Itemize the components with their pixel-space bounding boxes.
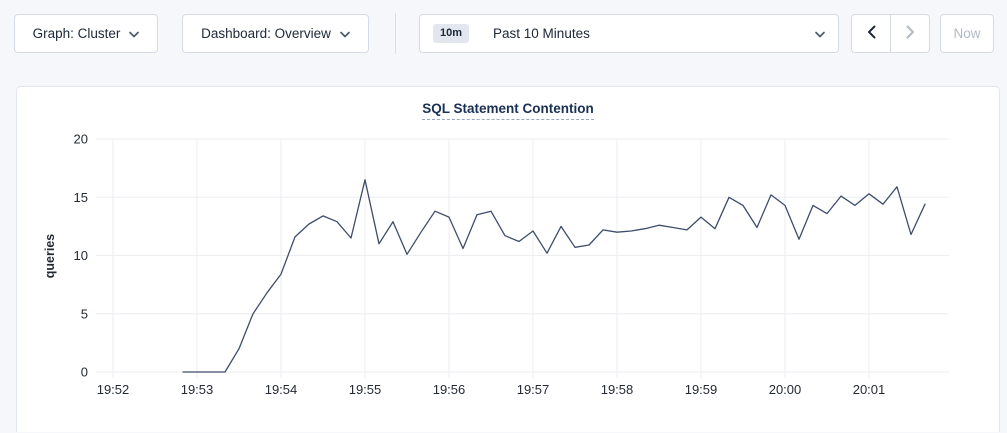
x-tick-label: 19:55 (349, 382, 382, 397)
x-tick-label: 20:01 (853, 382, 886, 397)
y-tick-label: 0 (81, 365, 88, 380)
chevron-down-icon (129, 26, 139, 41)
y-tick-label: 15 (74, 190, 88, 205)
chevron-left-icon (867, 25, 876, 42)
time-range-dropdown[interactable]: 10m Past 10 Minutes (419, 14, 839, 53)
x-tick-label: 19:58 (601, 382, 634, 397)
x-tick-label: 19:52 (97, 382, 130, 397)
x-tick-label: 19:54 (265, 382, 298, 397)
now-button-label: Now (953, 26, 980, 41)
dashboard-dropdown[interactable]: Dashboard: Overview (182, 14, 369, 53)
time-range-label: Past 10 Minutes (493, 26, 590, 41)
x-tick-label: 19:53 (181, 382, 214, 397)
time-range-badge: 10m (433, 24, 469, 43)
chevron-down-icon (815, 26, 825, 41)
x-tick-label: 19:56 (433, 382, 466, 397)
y-tick-label: 10 (74, 248, 88, 263)
time-range-step-group (851, 14, 930, 53)
chevron-right-icon (906, 25, 915, 42)
now-button[interactable]: Now (940, 14, 994, 53)
sql-statement-contention-line-chart[interactable]: 0 5 10 15 20 19:52 19:53 19:54 19:55 19:56 19:57 19… (17, 87, 1001, 433)
x-tick-label: 19:59 (685, 382, 718, 397)
y-tick-label: 5 (81, 306, 88, 321)
data-line-queries (183, 180, 925, 372)
chart-card: SQL Statement Contention queries 0510152… (16, 86, 1000, 432)
graph-dropdown-label: Graph: Cluster (33, 26, 121, 41)
graph-dropdown[interactable]: Graph: Cluster (14, 14, 158, 53)
next-time-range-button[interactable] (890, 15, 929, 52)
y-tick-label: 20 (74, 132, 88, 147)
previous-time-range-button[interactable] (852, 15, 890, 52)
dashboard-dropdown-label: Dashboard: Overview (201, 26, 331, 41)
x-tick-label: 20:00 (769, 382, 802, 397)
toolbar-divider (395, 13, 396, 54)
x-tick-label: 19:57 (517, 382, 550, 397)
chevron-down-icon (340, 26, 350, 41)
